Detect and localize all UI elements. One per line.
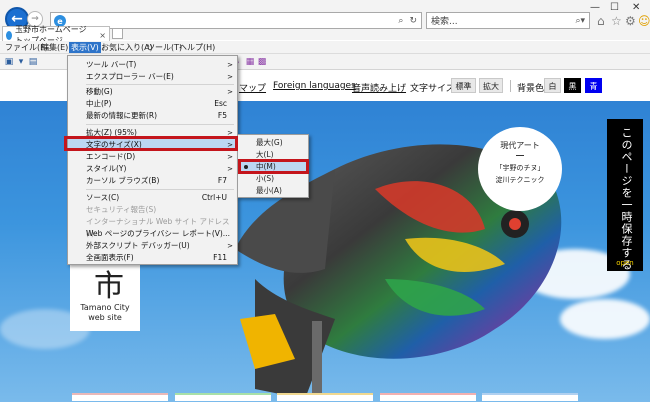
- header-divider: [510, 80, 511, 92]
- dropdown-icon[interactable]: ▾: [16, 57, 26, 67]
- sculpture-pole: [312, 321, 322, 401]
- nav-tab[interactable]: [72, 393, 168, 401]
- menu-item-encoding[interactable]: エンコード(D) >: [68, 151, 237, 163]
- link-foreign-languages[interactable]: Foreign languages: [273, 81, 356, 91]
- menu-shortcut: F7: [217, 176, 227, 185]
- font-large-button[interactable]: 拡大: [479, 78, 503, 93]
- submenu-arrow-icon: >: [227, 73, 233, 81]
- logo-english-line2: web site: [88, 313, 122, 322]
- menu-shortcut: F11: [213, 253, 227, 262]
- menu-separator: [86, 124, 234, 125]
- logo-english-line1: Tamano City: [80, 303, 130, 312]
- site-favicon-icon: [6, 30, 12, 40]
- menu-shortcut: Esc: [214, 99, 227, 108]
- text-size-smaller[interactable]: 小(S): [238, 173, 308, 185]
- submenu-arrow-icon: >: [227, 242, 233, 250]
- side-tab-open: open: [616, 259, 634, 267]
- art-badge[interactable]: 現代アート 「宇野のチヌ」 淀川テクニック: [478, 127, 562, 211]
- link-map[interactable]: マップ: [239, 81, 266, 94]
- menu-item-security-report: セキュリティ報告(S): [68, 204, 237, 216]
- text-size-smallest[interactable]: 最小(A): [238, 185, 308, 197]
- menu-item-explorer-bars[interactable]: エクスプローラー バー(E) >: [68, 71, 237, 83]
- menu-item-label: 中止(P): [86, 99, 112, 108]
- close-tab-icon[interactable]: ×: [99, 31, 106, 40]
- art-badge-line2: 淀川テクニック: [495, 176, 545, 184]
- menu-item-full-screen[interactable]: 全画面表示(F) F11: [68, 252, 237, 264]
- menu-item-label: 全画面表示(F): [86, 253, 134, 262]
- menu-separator: [86, 189, 234, 190]
- menu-item-label: ソース(C): [86, 193, 120, 202]
- tab-row: 玉野市ホームページ トップページ ×: [0, 24, 650, 45]
- font-size-label: 文字サイズ: [410, 84, 455, 94]
- menu-item-label: Web ページのプライバシー レポート(V)...: [86, 229, 230, 238]
- menu-item-style[interactable]: スタイル(Y) >: [68, 163, 237, 175]
- bg-black-button[interactable]: 黒: [564, 78, 581, 93]
- submenu-arrow-icon: >: [227, 153, 233, 161]
- research-icon[interactable]: ▦: [245, 57, 255, 67]
- close-window-icon[interactable]: ✕: [632, 2, 640, 13]
- view-menu-dropdown: ツール バー(T) > エクスプローラー バー(E) > 移動(G) > 中止(P) E…: [67, 55, 238, 265]
- add-site-icon[interactable]: ▣: [4, 57, 14, 67]
- maximize-icon[interactable]: ☐: [610, 2, 619, 13]
- nav-tab[interactable]: [380, 393, 476, 401]
- link-speech[interactable]: 音声読み上げ: [352, 81, 406, 94]
- submenu-arrow-icon: >: [227, 88, 233, 96]
- menu-item-label: ツール バー(T): [86, 60, 137, 69]
- submenu-arrow-icon: >: [227, 165, 233, 173]
- new-tab-button[interactable]: [112, 28, 123, 39]
- menu-view[interactable]: 表示(V): [69, 42, 101, 53]
- menu-item-stop[interactable]: 中止(P) Esc: [68, 98, 237, 110]
- bg-color-label: 背景色: [517, 84, 545, 94]
- menu-item-label: エンコード(D): [86, 152, 136, 161]
- highlight-callout-medium: [238, 159, 309, 174]
- menu-item-label: 最新の情報に更新(R): [86, 111, 158, 120]
- menu-item-toolbars[interactable]: ツール バー(T) >: [68, 59, 237, 71]
- nav-tab[interactable]: [482, 393, 578, 401]
- art-badge-divider: [516, 155, 524, 156]
- menu-item-privacy-report[interactable]: Web ページのプライバシー レポート(V)...: [68, 228, 237, 240]
- bg-white-button[interactable]: 白: [544, 78, 561, 93]
- logo-kanji: 市: [94, 269, 124, 304]
- menu-help[interactable]: ヘルプ(H): [177, 42, 217, 53]
- save-page-side-tab[interactable]: このページを一時保存する open: [607, 119, 643, 271]
- menu-item-label: エクスプローラー バー(E): [86, 72, 174, 81]
- menu-bar: ファイル(F) 編集(E) 表示(V) お気に入り(A) ツール(T) ヘルプ(…: [0, 41, 650, 54]
- nav-tab[interactable]: [277, 393, 373, 401]
- submenu-arrow-icon: >: [227, 61, 233, 69]
- menu-item-label: 外部スクリプト デバッガー(U): [86, 241, 190, 250]
- side-tab-text: このページを一時保存する: [620, 127, 633, 271]
- menu-item-refresh[interactable]: 最新の情報に更新(R) F5: [68, 110, 237, 122]
- minimize-icon[interactable]: —: [590, 2, 600, 13]
- menu-separator: [86, 84, 234, 85]
- menu-item-label: カーソル ブラウズ(B): [86, 176, 160, 185]
- bg-blue-button[interactable]: 青: [585, 78, 602, 93]
- menu-item-label: スタイル(Y): [86, 164, 127, 173]
- menu-item-international-address: インターナショナル Web サイト アドレス(I): [68, 216, 237, 238]
- menu-item-script-debugger[interactable]: 外部スクリプト デバッガー(U) >: [68, 240, 237, 252]
- menu-item-caret-browsing[interactable]: カーソル ブラウズ(B) F7: [68, 175, 237, 187]
- art-badge-line1: 「宇野のチヌ」: [495, 164, 545, 172]
- translate-icon[interactable]: ▩: [257, 57, 267, 67]
- menu-shortcut: Ctrl+U: [201, 193, 227, 202]
- nav-tab[interactable]: [175, 393, 271, 401]
- menu-item-label: セキュリティ報告(S): [86, 205, 157, 214]
- menu-item-go-to[interactable]: 移動(G) >: [68, 86, 237, 98]
- menu-item-source[interactable]: ソース(C) Ctrl+U: [68, 192, 237, 204]
- highlight-callout-text-size: [64, 136, 238, 151]
- text-size-largest[interactable]: 最大(G): [238, 137, 308, 149]
- menu-item-label: 移動(G): [86, 87, 113, 96]
- arrow-right-icon: →: [31, 14, 39, 24]
- art-badge-title: 現代アート: [500, 141, 540, 150]
- feeds-icon[interactable]: ▤: [28, 57, 38, 67]
- font-standard-button[interactable]: 標準: [451, 78, 476, 93]
- menu-shortcut: F5: [217, 111, 227, 120]
- menu-edit[interactable]: 編集(E): [39, 42, 70, 53]
